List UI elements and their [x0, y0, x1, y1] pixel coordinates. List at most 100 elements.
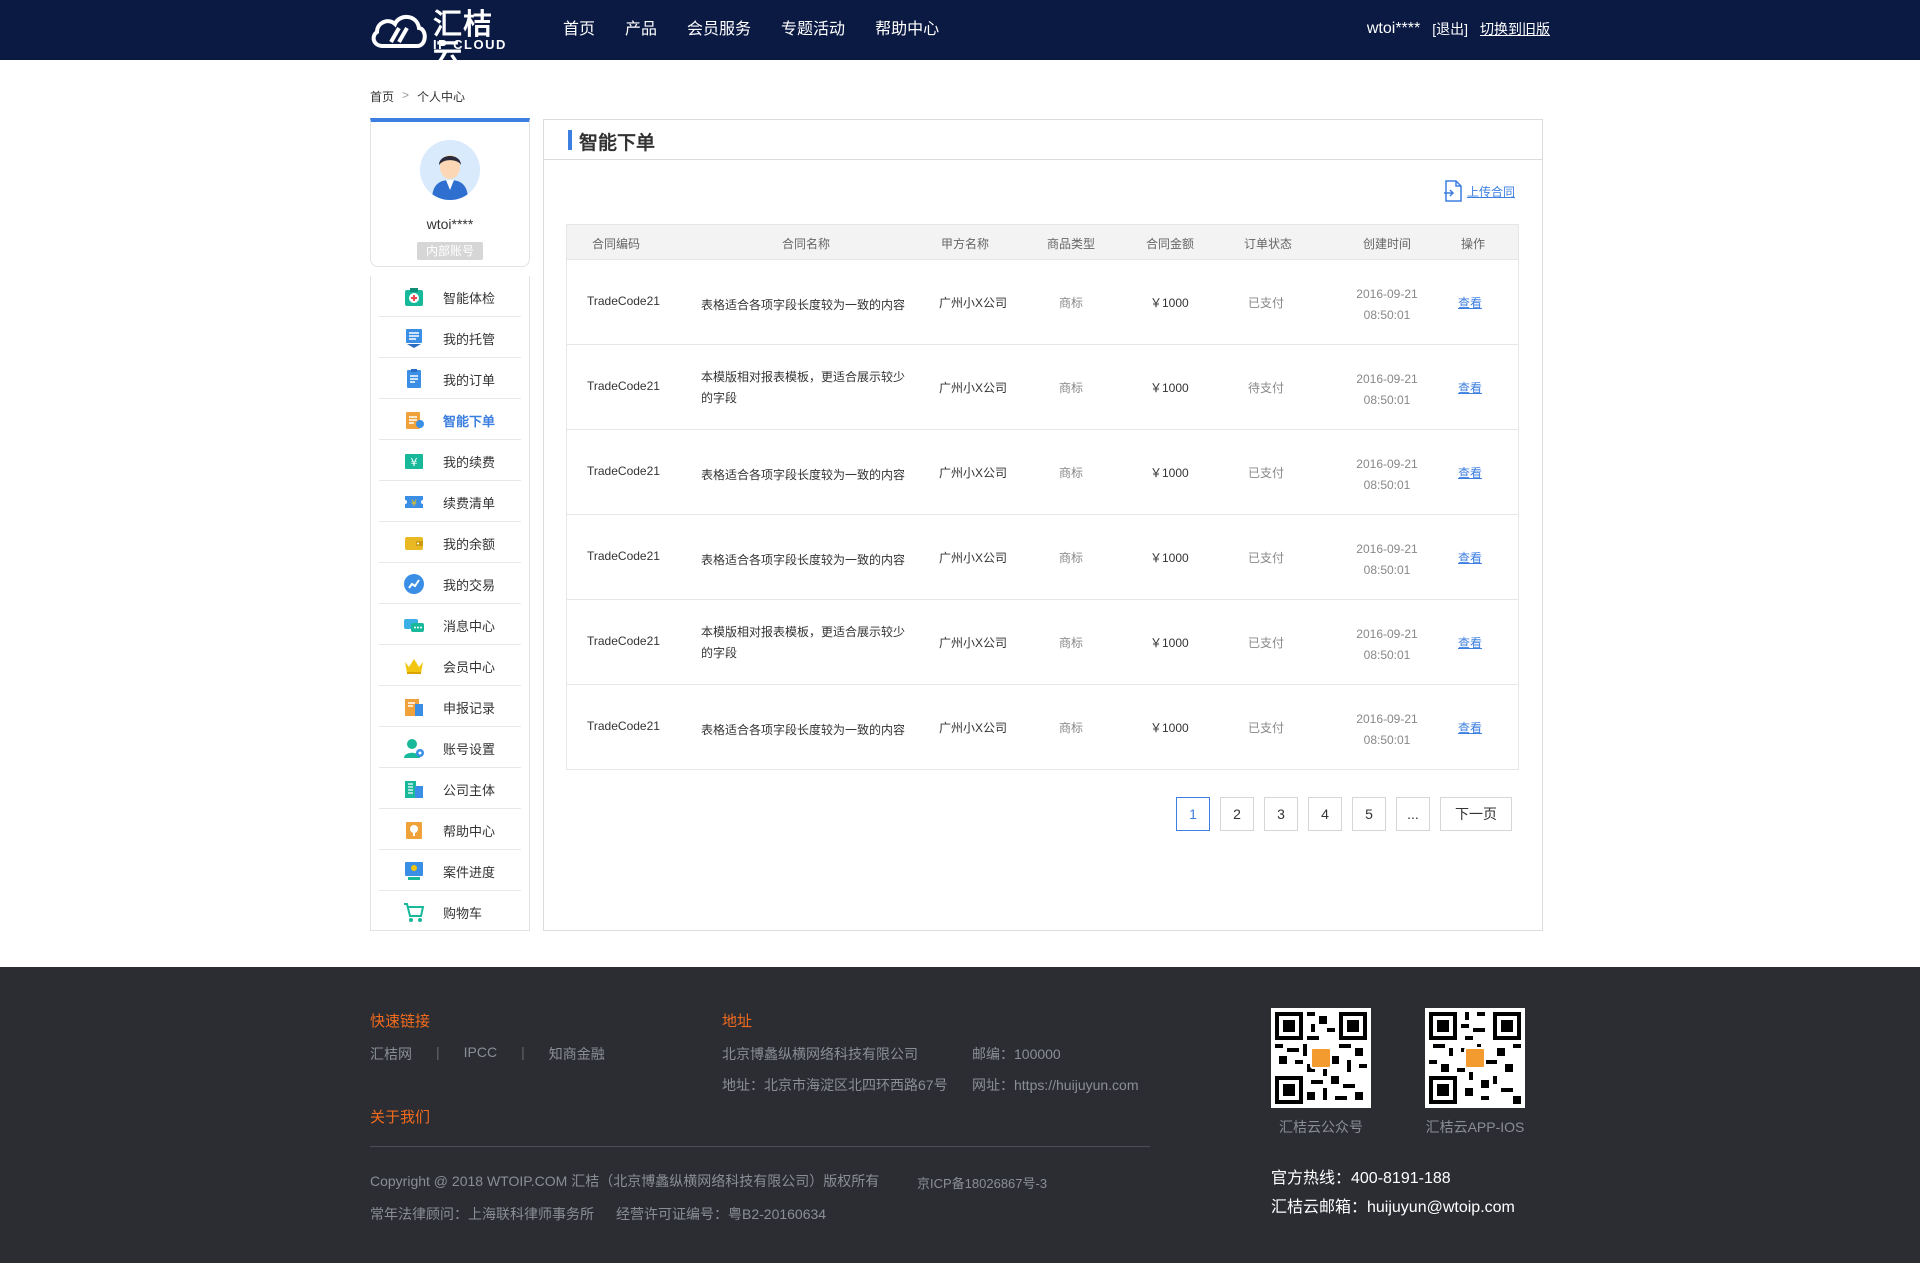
account-settings-icon: [404, 739, 424, 758]
cell-date: 2016-09-21: [1356, 457, 1418, 471]
smart-order-icon: [406, 412, 424, 429]
cell-amount: ￥1000: [1150, 466, 1189, 480]
website[interactable]: 网址：https://huijuyun.com: [972, 1075, 1139, 1095]
quick-links: 汇桔网 | IPCC | 知商金融: [370, 1044, 605, 1064]
sidebar-item-hosting[interactable]: 我的托管: [379, 317, 521, 358]
logo[interactable]: 汇桔云 IP CLOUD: [369, 8, 517, 70]
cell-name: 表格适合各项字段长度较为一致的内容: [701, 723, 906, 737]
nav-home[interactable]: 首页: [563, 0, 595, 60]
sidebar-item-trades[interactable]: 我的交易: [379, 563, 521, 604]
link-separator: |: [436, 1044, 440, 1060]
profile-card: wtoi**** 内部账号: [370, 118, 530, 267]
sidebar-item-filing-records[interactable]: 申报记录: [379, 686, 521, 727]
table-row: TradeCode21 本模版相对报表模板，更适合展示较少的字段 广州小X公司 …: [567, 344, 1518, 429]
cell-party: 广州小X公司: [939, 466, 1008, 480]
sidebar-item-label: 我的托管: [443, 332, 496, 347]
pagination: 1 2 3 4 5 ... 下一页: [1176, 797, 1512, 831]
sidebar-item-renewal-list[interactable]: ¥ 续费清单: [379, 481, 521, 522]
cell-status: 已支付: [1248, 551, 1285, 565]
page-ellipsis[interactable]: ...: [1396, 797, 1430, 831]
sidebar-item-cart[interactable]: 购物车: [379, 891, 521, 932]
view-link[interactable]: 查看: [1458, 464, 1482, 481]
cell-type: 商标: [1059, 381, 1084, 395]
cell-created: 2016-09-21 08:50:01: [1337, 624, 1437, 666]
cell-amount: ￥1000: [1150, 721, 1189, 735]
renewal-list-icon: ¥: [405, 496, 423, 509]
view-link[interactable]: 查看: [1458, 719, 1482, 736]
next-page-button[interactable]: 下一页: [1440, 797, 1512, 831]
sidebar-item-label: 智能下单: [443, 414, 496, 429]
sidebar-item-label: 申报记录: [443, 701, 496, 716]
cell-code: TradeCode21: [587, 549, 660, 563]
title-accent-bar: [568, 130, 572, 150]
user-avatar-icon: [420, 140, 480, 200]
upload-file-icon: [1444, 180, 1462, 202]
legal-advisor: 常年法律顾问：上海联科律师事务所: [370, 1206, 594, 1222]
logout-link[interactable]: [退出]: [1432, 19, 1468, 39]
svg-text:¥: ¥: [411, 456, 418, 469]
view-link[interactable]: 查看: [1458, 634, 1482, 651]
page-5-button[interactable]: 5: [1352, 797, 1386, 831]
upload-contract-link[interactable]: 上传合同: [1443, 180, 1515, 202]
top-navbar: 汇桔云 IP CLOUD 首页 产品 会员服务 专题活动 帮助中心 wtoi**…: [0, 0, 1920, 70]
nav-help-center[interactable]: 帮助中心: [875, 0, 939, 60]
contact-email[interactable]: 汇桔云邮箱：huijuyun@wtoip.com: [1271, 1193, 1515, 1217]
sidebar-item-renewal[interactable]: ¥ 我的续费: [379, 440, 521, 481]
sidebar-item-label: 续费清单: [443, 496, 496, 511]
view-link[interactable]: 查看: [1458, 549, 1482, 566]
sidebar-item-label: 购物车: [443, 906, 483, 921]
contracts-table: 合同编码 合同名称 甲方名称 商品类型 合同金额 订单状态 创建时间 操作 Tr…: [566, 224, 1519, 770]
about-us-title[interactable]: 关于我们: [370, 1106, 430, 1127]
sidebar-item-help-center[interactable]: 帮助中心: [379, 809, 521, 850]
sidebar-item-health-check[interactable]: 智能体检: [379, 276, 521, 317]
col-header-amount: 合同金额: [1145, 237, 1194, 251]
cell-status: 已支付: [1248, 466, 1285, 480]
footer-link-zhishang[interactable]: 知商金融: [549, 1044, 605, 1064]
page-4-button[interactable]: 4: [1308, 797, 1342, 831]
sidebar-item-company[interactable]: 公司主体: [379, 768, 521, 809]
address-title: 地址: [722, 1013, 753, 1030]
cell-amount: ￥1000: [1150, 381, 1189, 395]
table-row: TradeCode21 表格适合各项字段长度较为一致的内容 广州小X公司 商标 …: [567, 514, 1518, 599]
sidebar-item-label: 我的订单: [443, 373, 496, 388]
hotline: 官方热线：400-8191-188: [1271, 1170, 1451, 1187]
footer-link-huiju[interactable]: 汇桔网: [370, 1044, 412, 1064]
sidebar-item-my-orders[interactable]: 我的订单: [379, 358, 521, 399]
breadcrumb-home[interactable]: 首页: [370, 88, 394, 105]
hosting-icon: [406, 329, 422, 348]
page-1-button[interactable]: 1: [1176, 797, 1210, 831]
table-row: TradeCode21 表格适合各项字段长度较为一致的内容 广州小X公司 商标 …: [567, 259, 1518, 344]
sidebar-item-messages[interactable]: 消息中心: [379, 604, 521, 645]
nav-special-events[interactable]: 专题活动: [781, 0, 845, 60]
sidebar-item-case-progress[interactable]: 案件进度: [379, 850, 521, 891]
sidebar-item-label: 我的交易: [443, 578, 496, 593]
col-header-name: 合同名称: [781, 237, 830, 251]
sidebar-item-member-center[interactable]: 会员中心: [379, 645, 521, 686]
page-2-button[interactable]: 2: [1220, 797, 1254, 831]
main-panel: 智能下单 上传合同 合同编码 合同名称 甲方名称 商品类型 合同金额 订单状态 …: [543, 119, 1543, 931]
nav-products[interactable]: 产品: [625, 0, 657, 60]
username[interactable]: wtoi****: [1367, 20, 1420, 38]
view-link[interactable]: 查看: [1458, 294, 1482, 311]
cell-time: 08:50:01: [1363, 648, 1411, 662]
sidebar-item-smart-order[interactable]: 智能下单: [379, 399, 521, 440]
cell-status: 已支付: [1248, 296, 1285, 310]
cell-name: 表格适合各项字段长度较为一致的内容: [701, 468, 906, 482]
cell-time: 08:50:01: [1363, 478, 1411, 492]
cell-party: 广州小X公司: [939, 721, 1008, 735]
qr-logo-badge: [1310, 1047, 1332, 1069]
avatar[interactable]: [420, 140, 480, 200]
table-row: TradeCode21 本模版相对报表模板，更适合展示较少的字段 广州小X公司 …: [567, 599, 1518, 684]
view-link[interactable]: 查看: [1458, 379, 1482, 396]
sidebar-item-label: 我的余额: [443, 537, 496, 552]
col-header-created: 创建时间: [1362, 237, 1411, 251]
cell-party: 广州小X公司: [939, 296, 1008, 310]
switch-old-version-link[interactable]: 切换到旧版: [1480, 19, 1550, 39]
copyright: Copyright @ 2018 WTOIP.COM 汇桔（北京博蠡纵横网络科技…: [370, 1173, 880, 1189]
sidebar-item-account-settings[interactable]: 账号设置: [379, 727, 521, 768]
nav-member-services[interactable]: 会员服务: [687, 0, 751, 60]
footer-link-ipcc[interactable]: IPCC: [464, 1044, 497, 1064]
panel-header: 智能下单: [544, 120, 1542, 160]
sidebar-item-balance[interactable]: 我的余额: [379, 522, 521, 563]
page-3-button[interactable]: 3: [1264, 797, 1298, 831]
